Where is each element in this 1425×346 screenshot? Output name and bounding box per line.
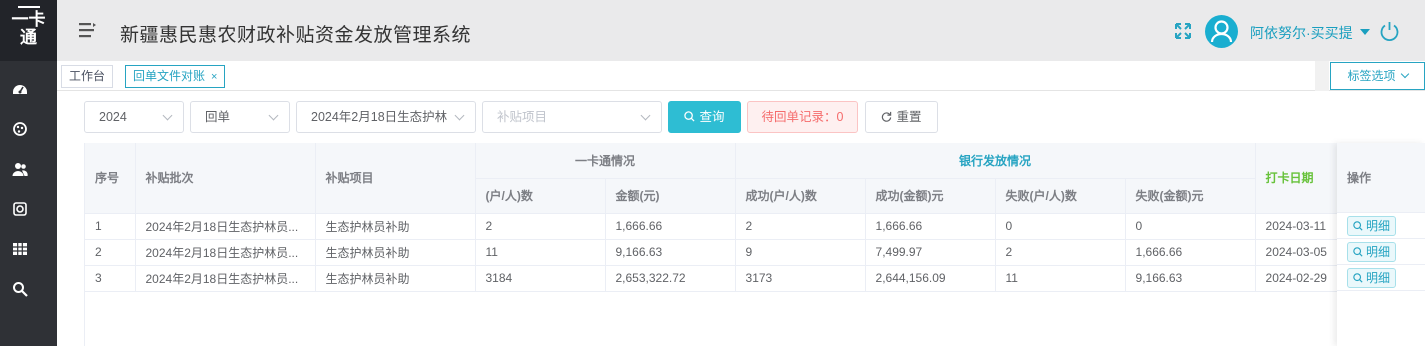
cell-success-households: 2: [735, 213, 866, 240]
system-title: 新疆惠民惠农财政补贴资金发放管理系统: [120, 25, 472, 46]
palette-icon[interactable]: [9, 118, 31, 140]
chevron-down-icon: [454, 110, 465, 121]
menu-toggle-icon[interactable]: [79, 22, 96, 38]
cell-households: 3184: [475, 265, 606, 292]
group-card: 一卡通情况: [475, 143, 736, 179]
top-header: 新疆惠民惠农财政补贴资金发放管理系统 阿依努尔·买买提: [57, 0, 1425, 61]
project-select[interactable]: 补贴项目: [482, 101, 662, 133]
operation-column: 操作 明细 明细 明细: [1337, 143, 1425, 346]
search-icon: [1353, 221, 1363, 231]
app-logo: 一卡 通: [0, 0, 57, 61]
cell-success-households: 9: [735, 239, 866, 266]
cell-amount: 2,653,322.72: [605, 265, 736, 292]
table-row: 2 2024年2月18日生态护林员... 生态护林员补助 11 9,166.63…: [85, 239, 1425, 266]
col-success-households: 成功(户/人)数: [735, 178, 866, 214]
table-row: 1 2024年2月18日生态护林员... 生态护林员补助 2 1,666.66 …: [85, 213, 1425, 240]
cell-batch: 2024年2月18日生态护林员...: [135, 265, 316, 292]
users-icon[interactable]: [9, 158, 31, 180]
cell-seq: 3: [85, 265, 136, 292]
cell-project: 生态护林员补助: [315, 265, 476, 292]
cell-date: 2024-03-11: [1255, 213, 1346, 240]
chevron-down-icon: [1400, 69, 1409, 79]
col-seq: 序号: [85, 143, 136, 214]
year-select[interactable]: 2024: [84, 101, 184, 133]
cell-success-amount: 7,499.97: [865, 239, 996, 266]
col-batch: 补贴批次: [135, 143, 316, 214]
cell-fail-amount: 1,666.66: [1125, 239, 1256, 266]
reconcile-table: 序号 补贴批次 补贴项目 一卡通情况 银行发放情况 打卡日期 (户/人)数 金额…: [84, 143, 1425, 346]
col-project: 补贴项目: [315, 143, 476, 214]
refresh-icon: [882, 111, 892, 122]
disc-icon[interactable]: [9, 198, 31, 220]
tab-bar: 工作台 回单文件对账 × 标签选项: [57, 61, 1425, 91]
avatar[interactable]: [1205, 15, 1238, 48]
tab-receipt-reconcile[interactable]: 回单文件对账 ×: [125, 65, 226, 88]
logout-icon[interactable]: [1379, 21, 1400, 42]
cell-fail-households: 0: [995, 213, 1126, 240]
col-amount: 金额(元): [605, 178, 736, 214]
cell-households: 11: [475, 239, 606, 266]
col-card-date: 打卡日期: [1255, 143, 1346, 214]
chevron-down-icon: [162, 110, 173, 121]
cell-batch: 2024年2月18日生态护林员...: [135, 213, 316, 240]
col-fail-amount: 失败(金额)元: [1125, 178, 1256, 214]
table-row: 3 2024年2月18日生态护林员... 生态护林员补助 3184 2,653,…: [85, 265, 1425, 292]
search-icon: [1353, 273, 1363, 283]
cell-success-amount: 2,644,156.09: [865, 265, 996, 292]
detail-button[interactable]: 明细: [1347, 268, 1397, 288]
cell-project: 生态护林员补助: [315, 239, 476, 266]
search-icon: [1353, 247, 1363, 257]
tab-options-button[interactable]: 标签选项: [1330, 62, 1425, 90]
chevron-down-icon: [268, 110, 279, 121]
cell-fail-households: 2: [995, 239, 1126, 266]
grid-icon[interactable]: [9, 238, 31, 260]
cell-date: 2024-02-29: [1255, 265, 1346, 292]
pending-records-button[interactable]: 待回单记录：0: [747, 101, 858, 133]
close-icon[interactable]: ×: [211, 71, 217, 83]
chevron-down-icon: [640, 110, 651, 121]
col-households: (户/人)数: [475, 178, 606, 214]
detail-button[interactable]: 明细: [1347, 216, 1397, 236]
cell-fail-households: 11: [995, 265, 1126, 292]
type-select[interactable]: 回单: [190, 101, 290, 133]
cell-batch: 2024年2月18日生态护林员...: [135, 239, 316, 266]
chevron-down-icon[interactable]: [1360, 29, 1370, 35]
cell-amount: 1,666.66: [605, 213, 736, 240]
cell-project: 生态护林员补助: [315, 213, 476, 240]
col-success-amount: 成功(金额)元: [865, 178, 996, 214]
detail-button[interactable]: 明细: [1347, 242, 1397, 262]
cell-seq: 1: [85, 213, 136, 240]
cell-success-households: 3173: [735, 265, 866, 292]
cell-success-amount: 1,666.66: [865, 213, 996, 240]
cell-fail-amount: 9,166.63: [1125, 265, 1256, 292]
cell-date: 2024-03-05: [1255, 239, 1346, 266]
cell-fail-amount: 0: [1125, 213, 1256, 240]
group-bank: 银行发放情况: [735, 143, 1256, 179]
cell-households: 2: [475, 213, 606, 240]
batch-select[interactable]: 2024年2月18日生态护林: [296, 101, 476, 133]
cell-amount: 9,166.63: [605, 239, 736, 266]
search-icon: [684, 111, 696, 122]
tab-scrollbar[interactable]: [1315, 61, 1329, 91]
cell-seq: 2: [85, 239, 136, 266]
fullscreen-icon[interactable]: [1174, 22, 1192, 40]
dashboard-icon[interactable]: [9, 78, 31, 100]
query-button[interactable]: 查询: [668, 101, 741, 133]
tab-workbench[interactable]: 工作台: [61, 65, 114, 88]
col-operation: 操作: [1337, 143, 1425, 213]
sidebar: 一卡 通: [0, 0, 57, 346]
reset-button[interactable]: 重置: [865, 101, 938, 133]
user-name[interactable]: 阿依努尔·买买提: [1250, 23, 1353, 43]
search-icon[interactable]: [9, 278, 31, 300]
col-fail-households: 失败(户/人)数: [995, 178, 1126, 214]
